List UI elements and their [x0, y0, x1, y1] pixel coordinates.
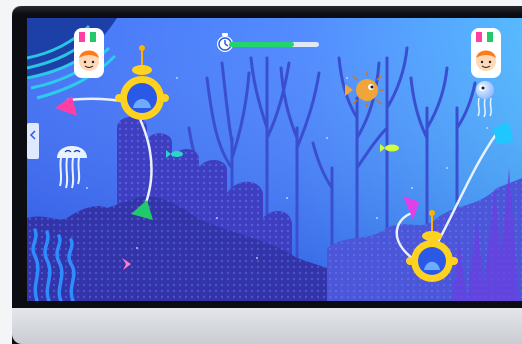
game-screen[interactable] — [27, 18, 522, 301]
right-player-badge[interactable] — [471, 28, 501, 78]
progress-bar — [229, 42, 319, 47]
monitor-chin — [12, 308, 522, 344]
boy-avatar-icon — [79, 50, 99, 71]
underwater-scene — [27, 18, 522, 301]
monitor — [12, 6, 522, 344]
progress-bar-fill — [229, 42, 294, 47]
jellyfish-right[interactable] — [476, 81, 494, 118]
bezel-highlight — [12, 6, 522, 14]
boy-avatar-icon — [476, 50, 496, 71]
side-tab[interactable] — [27, 123, 39, 159]
left-player-badge[interactable] — [74, 28, 104, 78]
